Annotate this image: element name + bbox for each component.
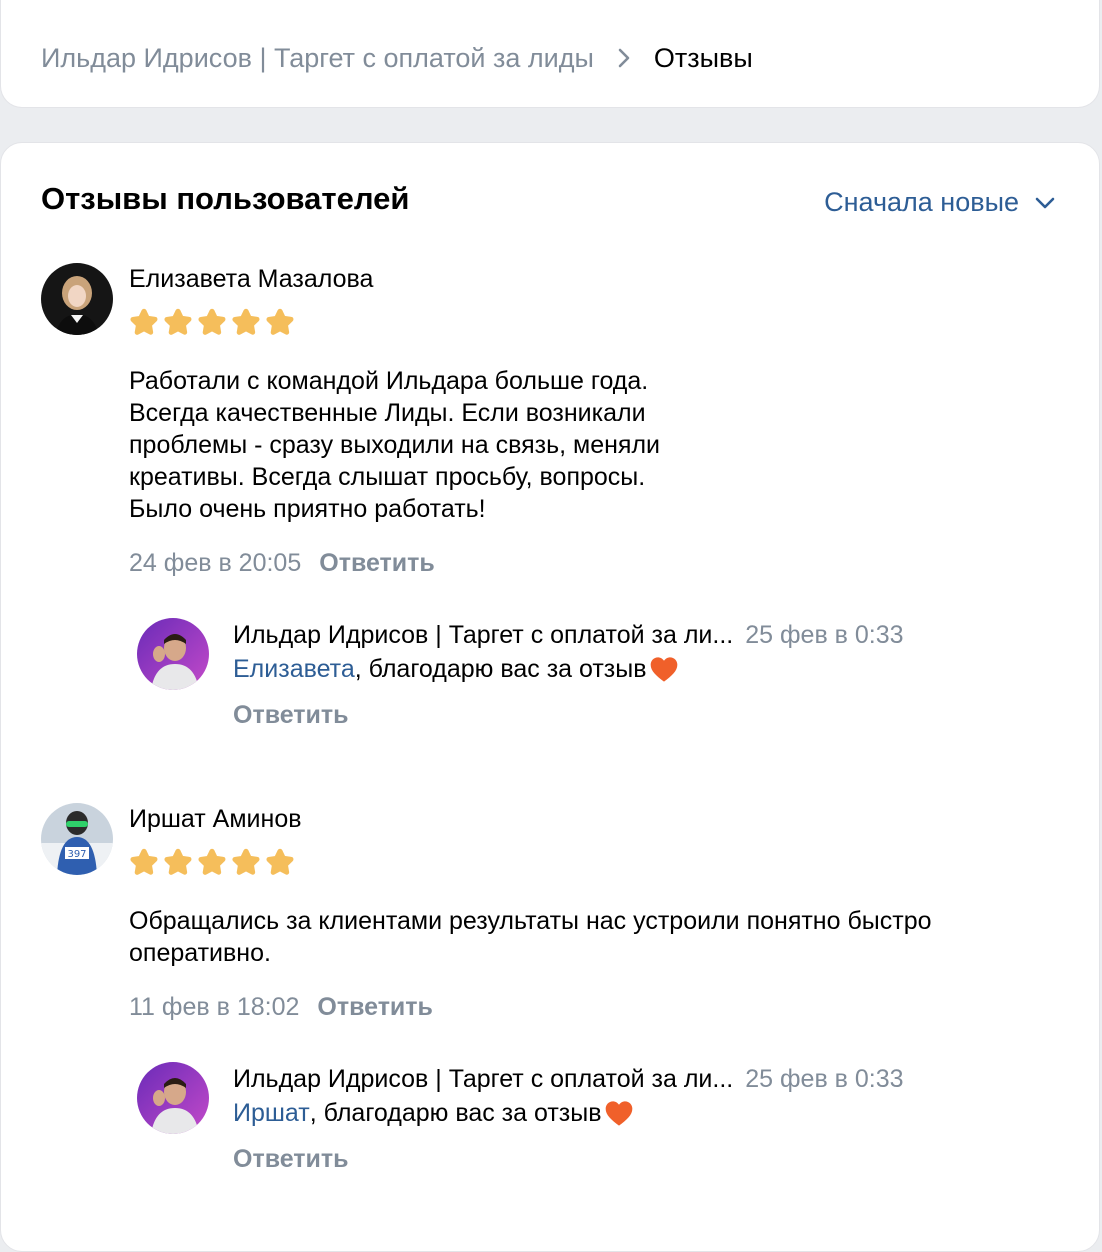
avatar[interactable] bbox=[41, 263, 113, 335]
reply-answer-button[interactable]: Ответить bbox=[233, 1145, 349, 1174]
star-icon bbox=[231, 847, 261, 877]
chevron-down-icon bbox=[1035, 197, 1055, 208]
review-text: Обращались за клиентами результаты нас у… bbox=[129, 907, 932, 967]
star-icon bbox=[129, 307, 159, 337]
chevron-right-icon bbox=[618, 48, 630, 68]
breadcrumb-current: Отзывы bbox=[653, 42, 753, 73]
review-author[interactable]: Иршат Аминов bbox=[129, 805, 302, 834]
mention-link[interactable]: Иршат bbox=[233, 1099, 310, 1128]
sort-label: Сначала новые bbox=[824, 187, 1019, 217]
reviews-card: Отзывы пользователей Сначала новые Елиза… bbox=[0, 142, 1100, 1252]
section-title: Отзывы пользователей bbox=[41, 181, 410, 216]
reply-answer-button[interactable]: Ответить bbox=[233, 701, 349, 730]
rating-stars bbox=[129, 307, 295, 337]
svg-text:397: 397 bbox=[67, 849, 86, 860]
breadcrumb-group-link[interactable]: Ильдар Идрисов | Таргет с оплатой за лид… bbox=[41, 43, 594, 74]
page-header: Ильдар Идрисов | Таргет с оплатой за лид… bbox=[0, 0, 1100, 108]
review-date[interactable]: 24 фев в 20:05 bbox=[129, 549, 301, 578]
breadcrumb: Ильдар Идрисов | Таргет с оплатой за лид… bbox=[41, 40, 753, 76]
reply-date[interactable]: 25 фев в 0:33 bbox=[745, 621, 903, 650]
avatar[interactable]: 397 bbox=[41, 803, 113, 875]
review-meta: 11 фев в 18:02 Ответить bbox=[129, 993, 433, 1022]
reply-message: , благодарю вас за отзыв bbox=[309, 1098, 602, 1127]
heart-emoji-icon bbox=[602, 1097, 636, 1129]
reply-button[interactable]: Ответить bbox=[319, 549, 435, 578]
star-icon bbox=[265, 847, 295, 877]
mention-link[interactable]: Елизавета bbox=[233, 655, 355, 684]
star-icon bbox=[197, 847, 227, 877]
reply-text: Елизавета , благодарю вас за отзыв bbox=[233, 653, 681, 685]
reply-message: , благодарю вас за отзыв bbox=[354, 654, 647, 683]
rating-stars bbox=[129, 847, 295, 877]
reply-text: Иршат , благодарю вас за отзыв bbox=[233, 1097, 636, 1129]
review-text: Работали с командой Ильдара больше года.… bbox=[129, 367, 660, 523]
star-icon bbox=[129, 847, 159, 877]
reply-author[interactable]: Ильдар Идрисов | Таргет с оплатой за ли.… bbox=[233, 621, 733, 650]
star-icon bbox=[163, 307, 193, 337]
reply-header: Ильдар Идрисов | Таргет с оплатой за ли.… bbox=[233, 621, 904, 650]
heart-emoji-icon bbox=[647, 653, 681, 685]
star-icon bbox=[231, 307, 261, 337]
reply-button[interactable]: Ответить bbox=[317, 993, 433, 1022]
sort-dropdown[interactable]: Сначала новые bbox=[824, 187, 1055, 218]
star-icon bbox=[197, 307, 227, 337]
reply-author[interactable]: Ильдар Идрисов | Таргет с оплатой за ли.… bbox=[233, 1065, 733, 1094]
reply-header: Ильдар Идрисов | Таргет с оплатой за ли.… bbox=[233, 1065, 904, 1094]
star-icon bbox=[265, 307, 295, 337]
star-icon bbox=[163, 847, 193, 877]
review-date[interactable]: 11 фев в 18:02 bbox=[129, 993, 299, 1022]
review-author[interactable]: Елизавета Мазалова bbox=[129, 265, 373, 294]
reply-avatar[interactable] bbox=[137, 618, 209, 690]
reply-avatar[interactable] bbox=[137, 1062, 209, 1134]
review-meta: 24 фев в 20:05 Ответить bbox=[129, 549, 435, 578]
reply-date[interactable]: 25 фев в 0:33 bbox=[745, 1065, 903, 1094]
